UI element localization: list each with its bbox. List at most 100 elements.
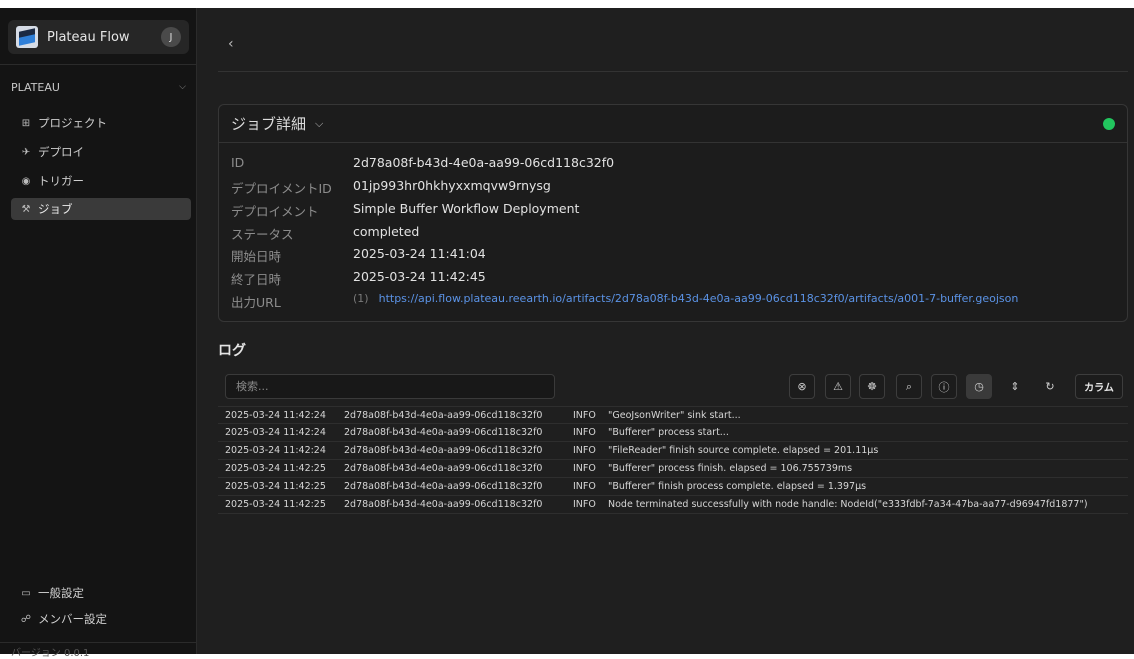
refresh-button[interactable]: ↻ bbox=[1037, 374, 1063, 399]
log-job-id: 2d78a08f-b43d-4e0a-aa99-06cd118c32f0 bbox=[344, 410, 543, 421]
log-level: INFO bbox=[573, 481, 596, 492]
app-name: Plateau Flow bbox=[47, 29, 130, 45]
briefcase-icon: ▭ bbox=[21, 587, 31, 599]
job-details-header[interactable]: ジョブ詳細 ⌵ bbox=[219, 105, 1127, 143]
timestamp-toggle-button[interactable]: ◷ bbox=[966, 374, 992, 399]
sidebar-item-label: プロジェクト bbox=[38, 116, 107, 130]
log-level: INFO bbox=[573, 499, 596, 510]
sidebar-item-member-settings[interactable]: ☍ メンバー設定 bbox=[11, 608, 191, 630]
workspace-name: PLATEAU bbox=[11, 80, 60, 94]
output-url-text: https://api.flow.plateau.reearth.io/arti… bbox=[378, 292, 1019, 305]
log-row[interactable]: 2025-03-24 11:42:24 2d78a08f-b43d-4e0a-a… bbox=[218, 442, 1128, 460]
grid-icon: ⊞ bbox=[21, 117, 31, 129]
field-output-url: 出力URL (1) https://api.flow.plateau.reeart… bbox=[231, 292, 1111, 312]
divider bbox=[0, 64, 197, 65]
job-details-card: ジョブ詳細 ⌵ ID 2d78a08f-b43d-4e0a-aa99-06cd1… bbox=[218, 104, 1128, 322]
field-label: ステータス bbox=[231, 227, 294, 242]
sidebar-item-general-settings[interactable]: ▭ 一般設定 bbox=[11, 582, 191, 604]
field-label: デプロイメント bbox=[231, 204, 319, 219]
field-deployment-id: デプロイメントID 01jp993hr0hkhyxxmqvw9rnysg bbox=[231, 178, 1111, 198]
sidebar-item-label: メンバー設定 bbox=[38, 612, 107, 626]
log-message: "Bufferer" finish process complete. elap… bbox=[608, 481, 867, 492]
status-indicator bbox=[1103, 117, 1115, 130]
sort-button[interactable]: ⇕ bbox=[1002, 374, 1028, 399]
log-search-input[interactable] bbox=[225, 374, 555, 399]
field-label: 終了日時 bbox=[231, 272, 282, 287]
field-value: completed bbox=[353, 224, 420, 239]
log-message: Node terminated successfully with node h… bbox=[608, 499, 1088, 510]
refresh-icon: ↻ bbox=[1045, 380, 1055, 393]
divider bbox=[218, 71, 1128, 72]
workspace-selector[interactable]: PLATEAU ⌵ bbox=[11, 77, 186, 97]
logs-title: ログ bbox=[218, 343, 246, 359]
debug-filter-icon: ☸ bbox=[867, 380, 877, 393]
rocket-icon: ✈ bbox=[21, 146, 31, 158]
log-row[interactable]: 2025-03-24 11:42:25 2d78a08f-b43d-4e0a-a… bbox=[218, 478, 1128, 496]
field-label: デプロイメントID bbox=[231, 181, 332, 196]
field-value: 2025-03-24 11:41:04 bbox=[353, 246, 486, 261]
sidebar-item-label: トリガー bbox=[38, 174, 84, 188]
divider bbox=[0, 642, 197, 643]
info-filter-button[interactable]: ⓘ bbox=[931, 374, 957, 399]
columns-button[interactable]: カラム bbox=[1075, 374, 1123, 399]
field-value: 01jp993hr0hkhyxxmqvw9rnysg bbox=[353, 178, 551, 193]
field-label: 開始日時 bbox=[231, 249, 282, 264]
chevron-down-icon: ⌵ bbox=[179, 82, 186, 92]
output-url-link[interactable]: (1) https://api.flow.plateau.reearth.io/a… bbox=[353, 292, 1018, 305]
job-details-title: ジョブ詳細 bbox=[231, 115, 307, 133]
log-job-id: 2d78a08f-b43d-4e0a-aa99-06cd118c32f0 bbox=[344, 499, 543, 510]
log-level: INFO bbox=[573, 427, 596, 438]
field-finished-at: 終了日時 2025-03-24 11:42:45 bbox=[231, 269, 1111, 289]
app-switcher[interactable]: Plateau Flow J bbox=[8, 20, 189, 54]
field-value: 2025-03-24 11:42:45 bbox=[353, 269, 486, 284]
debug-filter-button[interactable]: ☸ bbox=[859, 374, 885, 399]
log-row[interactable]: 2025-03-24 11:42:24 2d78a08f-b43d-4e0a-a… bbox=[218, 406, 1128, 424]
log-timestamp: 2025-03-24 11:42:25 bbox=[225, 499, 326, 510]
field-label: ID bbox=[231, 155, 245, 170]
log-row[interactable]: 2025-03-24 11:42:24 2d78a08f-b43d-4e0a-a… bbox=[218, 424, 1128, 442]
search-button[interactable]: ⌕ bbox=[896, 374, 922, 399]
broadcast-icon: ◉ bbox=[21, 175, 31, 187]
app-window: Plateau Flow J PLATEAU ⌵ ⊞ プロジェクト ✈ デプロイ… bbox=[0, 8, 1134, 659]
warning-filter-button[interactable]: ⚠ bbox=[825, 374, 851, 399]
plateau-logo-icon bbox=[16, 26, 38, 48]
search-icon: ⌕ bbox=[905, 379, 913, 393]
sidebar-item-label: デプロイ bbox=[38, 145, 84, 159]
log-timestamp: 2025-03-24 11:42:24 bbox=[225, 427, 326, 438]
sidebar-item-jobs[interactable]: ⚒ ジョブ bbox=[11, 198, 191, 220]
sidebar-item-label: ジョブ bbox=[38, 202, 73, 216]
main-content: ‹ ジョブ詳細 ⌵ ID 2d78a08f-b43d-4e0a-aa99-06c… bbox=[198, 8, 1134, 654]
log-level: INFO bbox=[573, 445, 596, 456]
field-value: Simple Buffer Workflow Deployment bbox=[353, 201, 580, 216]
sidebar-item-deployments[interactable]: ✈ デプロイ bbox=[11, 141, 191, 163]
log-timestamp: 2025-03-24 11:42:24 bbox=[225, 410, 326, 421]
user-avatar[interactable]: J bbox=[161, 27, 181, 47]
field-started-at: 開始日時 2025-03-24 11:41:04 bbox=[231, 246, 1111, 266]
sidebar-item-triggers[interactable]: ◉ トリガー bbox=[11, 170, 191, 192]
field-label: 出力URL bbox=[231, 295, 281, 310]
error-filter-icon: ⊗ bbox=[797, 380, 807, 393]
info-filter-icon: ⓘ bbox=[938, 380, 950, 394]
log-timestamp: 2025-03-24 11:42:25 bbox=[225, 463, 326, 474]
back-button[interactable]: ‹ bbox=[228, 36, 234, 52]
log-job-id: 2d78a08f-b43d-4e0a-aa99-06cd118c32f0 bbox=[344, 427, 543, 438]
sidebar-item-projects[interactable]: ⊞ プロジェクト bbox=[11, 112, 191, 134]
log-message: "Bufferer" process start... bbox=[608, 427, 729, 438]
field-id: ID 2d78a08f-b43d-4e0a-aa99-06cd118c32f0 bbox=[231, 155, 1111, 175]
log-row[interactable]: 2025-03-24 11:42:25 2d78a08f-b43d-4e0a-a… bbox=[218, 460, 1128, 478]
log-timestamp: 2025-03-24 11:42:25 bbox=[225, 481, 326, 492]
chevron-down-icon: ⌵ bbox=[315, 116, 324, 130]
log-row[interactable]: 2025-03-24 11:42:25 2d78a08f-b43d-4e0a-a… bbox=[218, 496, 1128, 514]
users-icon: ☍ bbox=[20, 613, 32, 625]
log-table: 2025-03-24 11:42:24 2d78a08f-b43d-4e0a-a… bbox=[218, 406, 1128, 514]
sidebar: Plateau Flow J PLATEAU ⌵ ⊞ プロジェクト ✈ デプロイ… bbox=[0, 8, 197, 659]
log-timestamp: 2025-03-24 11:42:24 bbox=[225, 445, 326, 456]
field-status: ステータス completed bbox=[231, 224, 1111, 244]
chevron-left-icon: ‹ bbox=[228, 36, 234, 52]
log-message: "FileReader" finish source complete. ela… bbox=[608, 445, 879, 456]
clock-icon: ◷ bbox=[974, 380, 984, 393]
field-value: 2d78a08f-b43d-4e0a-aa99-06cd118c32f0 bbox=[353, 155, 615, 170]
log-level: INFO bbox=[573, 410, 596, 421]
error-filter-button[interactable]: ⊗ bbox=[789, 374, 815, 399]
hammer-icon: ⚒ bbox=[21, 203, 31, 215]
